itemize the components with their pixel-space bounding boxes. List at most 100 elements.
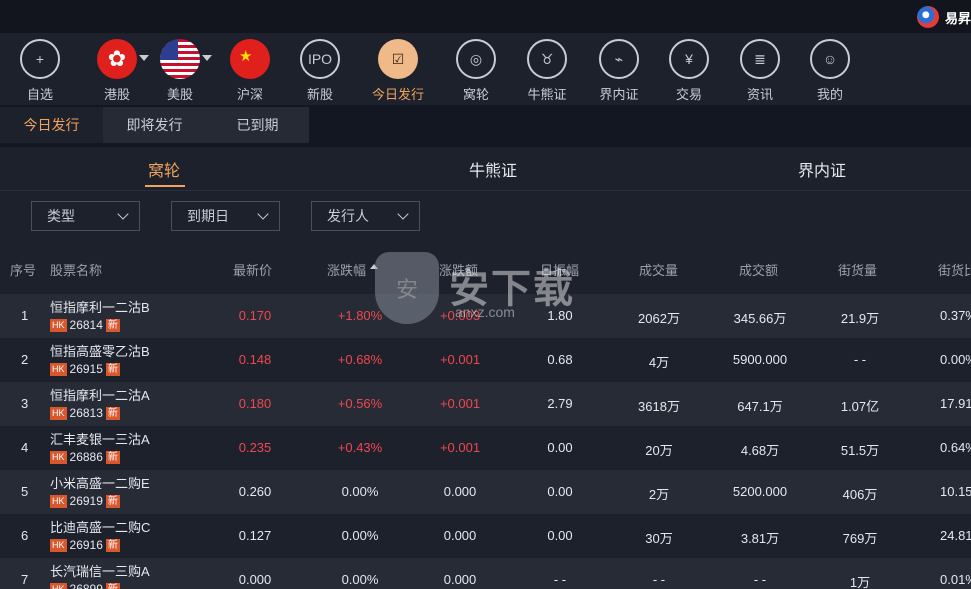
subtab-expired[interactable]: 已到期: [206, 107, 309, 143]
warrant-icon: ◎: [456, 39, 496, 79]
nav-item-1[interactable]: ✿ 港股: [84, 39, 150, 103]
cell-price: 0.260: [238, 484, 272, 499]
cell-street-ratio: 0.01%: [940, 572, 971, 587]
cell-turnover: 5900.000: [732, 352, 788, 367]
col-header-street[interactable]: 街货量: [838, 260, 877, 279]
table-row[interactable]: 5 小米高盛一二购E HK 26919 新 0.260 0.00% 0.000 0.00 2万 52…: [0, 470, 971, 514]
col-header-name[interactable]: 股票名称: [50, 260, 102, 279]
plus-circle-icon: +: [20, 39, 60, 79]
cell-volume: - -: [652, 572, 666, 587]
cell-street: - -: [853, 352, 867, 367]
new-badge: 新: [105, 450, 120, 464]
col-header-amplitude[interactable]: 日振幅: [540, 260, 579, 279]
cell-price: 0.170: [238, 308, 272, 323]
cell-street: 1.07亿: [840, 399, 880, 414]
hk-market-badge: HK: [50, 450, 67, 464]
chevron-down-icon: [257, 208, 269, 220]
issuer-filter-dropdown[interactable]: 发行人: [311, 201, 420, 231]
nav-item-3[interactable]: ★ 沪深: [217, 39, 283, 103]
new-badge: 新: [105, 538, 120, 552]
subtab-upcoming[interactable]: 即将发行: [103, 107, 206, 143]
stock-name-block[interactable]: 汇丰麦银一三沽A HK 26886 新: [50, 429, 150, 464]
user-icon: ☺: [810, 39, 850, 79]
cell-volume: 30万: [645, 531, 673, 546]
col-header-street-ratio[interactable]: 街货比: [938, 260, 971, 279]
table-row[interactable]: 3 恒指摩利一二沽A HK 26813 新 0.180 +0.56% +0.001 2.79 36…: [0, 382, 971, 426]
nav-item-0[interactable]: + 自选: [7, 39, 73, 103]
cell-price: 0.235: [238, 440, 272, 455]
cell-amplitude: 0.00: [547, 484, 573, 499]
cell-street-ratio: 0.64%: [940, 440, 971, 455]
tab-cbbc[interactable]: 牛熊证: [469, 147, 517, 191]
col-header-turnover[interactable]: 成交额: [739, 260, 778, 279]
us-flag-icon: [160, 39, 200, 79]
row-number: 5: [21, 484, 29, 499]
cn-flag-icon: ★: [230, 39, 270, 79]
nav-item-10[interactable]: ≣ 资讯: [727, 39, 793, 103]
cell-pct: +0.56%: [337, 396, 383, 411]
nav-item-8[interactable]: ⌁ 界内证: [586, 39, 652, 103]
cell-amplitude: 0.00: [547, 440, 573, 455]
chevron-down-icon: [397, 208, 409, 220]
row-number: 4: [21, 440, 29, 455]
stock-code: 26919: [69, 494, 103, 508]
nav-item-2[interactable]: 美股: [147, 39, 213, 103]
nav-label: 自选: [26, 87, 53, 102]
nav-item-11[interactable]: ☺ 我的: [797, 39, 863, 103]
new-badge: 新: [105, 494, 120, 508]
stock-name-block[interactable]: 恒指摩利一二沽A HK 26813 新: [50, 385, 150, 420]
stock-name-block[interactable]: 小米高盛一二购E HK 26919 新: [50, 473, 150, 508]
col-header-price[interactable]: 最新价: [233, 260, 272, 279]
cell-change: +0.003: [439, 308, 481, 323]
stock-name: 恒指摩利一二沽A: [50, 388, 150, 403]
cell-street-ratio: 24.81%: [940, 528, 971, 543]
new-badge: 新: [105, 318, 120, 332]
col-header-change[interactable]: 涨跌额: [439, 260, 478, 279]
col-header-volume[interactable]: 成交量: [639, 260, 678, 279]
table-header: 序号 股票名称 最新价 涨跌幅 涨跌额 日振幅 成交量 成交额 街货量 街货比: [0, 242, 971, 294]
row-number: 6: [21, 528, 29, 543]
stock-name-block[interactable]: 比迪高盛一二购C HK 26916 新: [50, 517, 150, 552]
stock-name-block[interactable]: 恒指摩利一二沽B HK 26814 新: [50, 297, 150, 332]
nav-label: 沪深: [236, 87, 263, 102]
stock-name: 比迪高盛一二购C: [50, 520, 151, 535]
table-row[interactable]: 2 恒指高盛零乙沽B HK 26915 新 0.148 +0.68% +0.001 0.68 4万…: [0, 338, 971, 382]
cell-volume: 2万: [648, 487, 670, 502]
nav-item-7[interactable]: ♉ 牛熊证: [514, 39, 580, 103]
nav-item-9[interactable]: ¥ 交易: [656, 39, 722, 103]
type-filter-dropdown[interactable]: 类型: [31, 201, 140, 231]
nav-label: 界内证: [599, 87, 639, 102]
issue-subtabs: 今日发行 即将发行 已到期: [0, 105, 971, 147]
table-row[interactable]: 1 恒指摩利一二沽B HK 26814 新 0.170 +1.80% +0.003 1.80 20…: [0, 294, 971, 338]
stock-name-block[interactable]: 恒指高盛零乙沽B HK 26915 新: [50, 341, 150, 376]
expiry-filter-dropdown[interactable]: 到期日: [171, 201, 280, 231]
cell-amplitude: 1.80: [547, 308, 573, 323]
tab-inline-warrant[interactable]: 界内证: [798, 147, 846, 191]
subtab-today[interactable]: 今日发行: [0, 107, 103, 143]
brand: 易昇: [916, 6, 971, 28]
stock-code: 26915: [69, 362, 103, 376]
table-row[interactable]: 4 汇丰麦银一三沽A HK 26886 新 0.235 +0.43% +0.001 0.00 20…: [0, 426, 971, 470]
nav-item-6[interactable]: ◎ 窝轮: [443, 39, 509, 103]
table-row[interactable]: 7 长汽瑞信一三购A HK 26899 新 0.000 0.00% 0.000 - - - - - …: [0, 558, 971, 589]
row-number: 1: [21, 308, 29, 323]
nav-label: 窝轮: [462, 87, 489, 102]
cell-price: 0.180: [238, 396, 272, 411]
cell-amplitude: 2.79: [547, 396, 573, 411]
nav-label: 我的: [816, 87, 843, 102]
dropdown-caret-icon[interactable]: [202, 55, 212, 61]
stock-code: 26916: [69, 538, 103, 552]
hk-market-badge: HK: [50, 362, 67, 376]
yen-icon: ¥: [669, 39, 709, 79]
stock-name-block[interactable]: 长汽瑞信一三购A HK 26899 新: [50, 561, 150, 589]
calendar-check-icon: ☑: [378, 39, 418, 79]
nav-item-5[interactable]: ☑ 今日发行: [365, 39, 431, 103]
cell-amplitude: 0.68: [547, 352, 573, 367]
col-header-pct[interactable]: 涨跌幅: [327, 260, 379, 279]
nav-item-4[interactable]: IPO 新股: [287, 39, 353, 103]
table-row[interactable]: 6 比迪高盛一二购C HK 26916 新 0.127 0.00% 0.000 0.00 30万 3…: [0, 514, 971, 558]
ipo-icon: IPO: [300, 39, 340, 79]
cell-volume: 4万: [648, 355, 670, 370]
cell-change: 0.000: [443, 528, 477, 543]
stock-name: 恒指高盛零乙沽B: [50, 344, 150, 359]
